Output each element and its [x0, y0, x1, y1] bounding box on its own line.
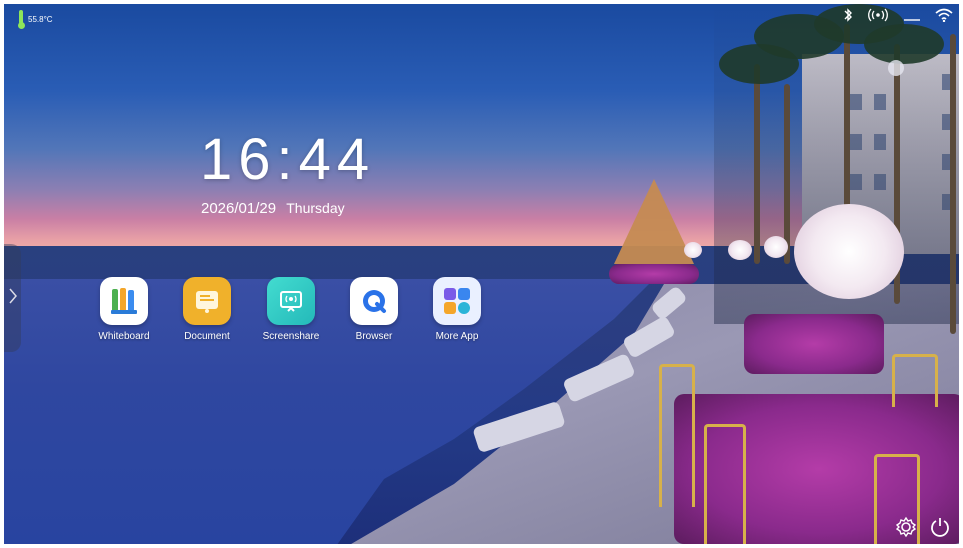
browser-icon: [350, 277, 398, 325]
date-value: 2026/01/29: [201, 200, 277, 217]
app-whiteboard[interactable]: Whiteboard: [89, 277, 159, 342]
app-label: Document: [184, 331, 230, 342]
app-label: Whiteboard: [98, 331, 150, 342]
temperature-indicator: 55.8°C: [18, 10, 53, 29]
app-more[interactable]: More App: [422, 277, 492, 342]
app-label: Screenshare: [262, 331, 320, 342]
app-browser[interactable]: Browser: [339, 277, 409, 342]
app-screenshare[interactable]: Screenshare: [256, 277, 326, 342]
clock-date: 2026/01/29 Thursday: [201, 200, 345, 217]
document-icon: [183, 277, 231, 325]
side-drawer-handle[interactable]: [4, 244, 21, 352]
banquet-table: [744, 314, 884, 374]
flower-centerpiece: [794, 204, 904, 299]
weekday-value: Thursday: [286, 200, 345, 216]
temperature-value: 55.8°C: [28, 14, 53, 24]
wifi-icon[interactable]: [935, 8, 953, 25]
screenshare-icon: [267, 277, 315, 325]
floating-assistive-dot[interactable]: [888, 60, 904, 76]
app-label: Browser: [355, 331, 393, 342]
more-apps-icon: [433, 277, 481, 325]
bluetooth-icon[interactable]: [843, 8, 853, 25]
bottom-controls: [895, 516, 951, 538]
ethernet-icon[interactable]: [903, 8, 921, 25]
thermometer-icon: [18, 10, 25, 29]
settings-icon[interactable]: [895, 516, 917, 538]
chevron-right-icon: [8, 288, 17, 309]
banquet-table: [609, 264, 699, 284]
app-document[interactable]: Document: [172, 277, 242, 342]
app-label: More App: [435, 331, 479, 342]
chair: [659, 364, 695, 507]
power-icon[interactable]: [929, 516, 951, 538]
status-icons: [843, 8, 953, 25]
home-screen: 55.8°C 16:44 2026/01/29 Thursday Whitebo…: [4, 4, 959, 544]
hotspot-icon[interactable]: [867, 8, 889, 25]
clock-time: 16:44: [200, 127, 376, 192]
whiteboard-icon: [100, 277, 148, 325]
